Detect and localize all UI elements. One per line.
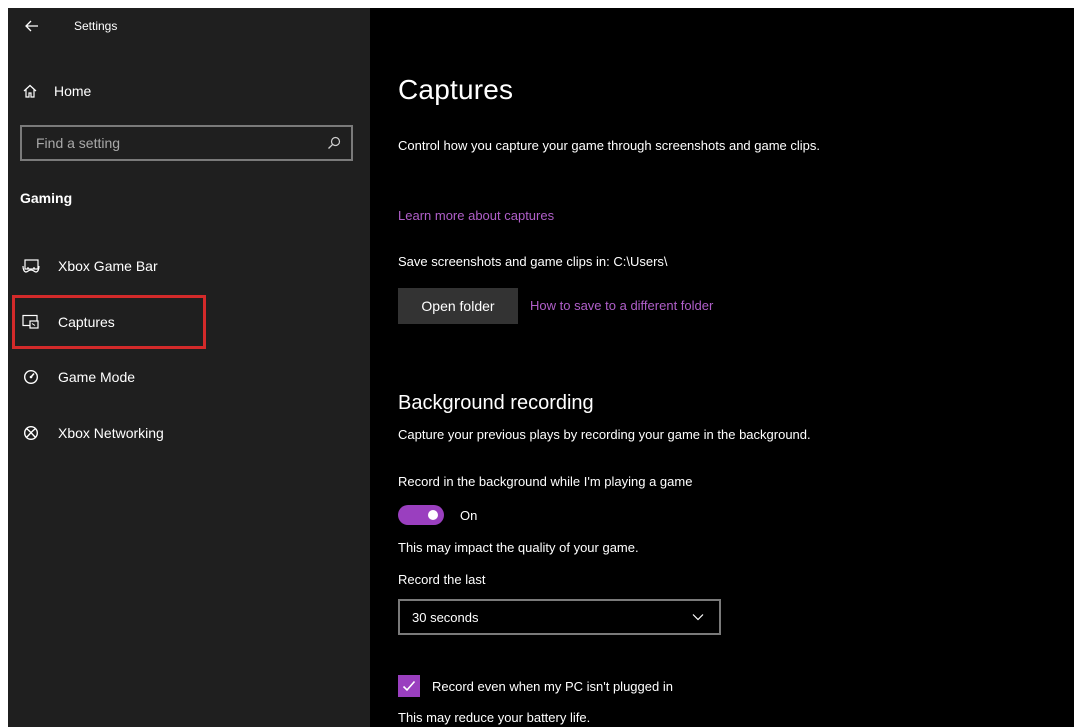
sidebar: Settings Home Gaming [8, 8, 370, 727]
background-recording-toggle[interactable] [398, 505, 444, 525]
toggle-knob [428, 510, 438, 520]
sidebar-item-label: Captures [58, 314, 115, 330]
search-input[interactable] [36, 135, 325, 151]
sidebar-item-xbox-game-bar[interactable]: Xbox Game Bar [12, 241, 348, 291]
game-bar-icon [20, 255, 42, 277]
open-folder-button[interactable]: Open folder [398, 288, 518, 324]
search-box[interactable] [20, 125, 353, 161]
battery-recording-checkbox[interactable] [398, 675, 420, 697]
sidebar-item-label: Game Mode [58, 369, 136, 385]
battery-recording-option: Record even when my PC isn't plugged in [398, 674, 673, 698]
battery-note: This may reduce your battery life. [398, 710, 591, 725]
title-bar: Settings [8, 8, 370, 44]
xbox-icon [20, 422, 42, 444]
sidebar-item-home[interactable]: Home [20, 78, 350, 104]
sidebar-item-label: Home [54, 83, 92, 99]
main-content: Captures Control how you capture your ga… [370, 8, 1074, 727]
sidebar-item-xbox-networking[interactable]: Xbox Networking [12, 408, 348, 458]
page-title: Captures [398, 74, 514, 105]
chevron-down-icon [691, 610, 705, 624]
background-recording-description: Capture your previous plays by recording… [398, 427, 811, 442]
sidebar-item-game-mode[interactable]: Game Mode [12, 352, 348, 402]
captures-icon [20, 311, 42, 333]
battery-recording-label: Record even when my PC isn't plugged in [432, 678, 673, 694]
sidebar-item-label: Xbox Networking [58, 425, 164, 441]
background-recording-toggle-label: Record in the background while I'm playi… [398, 474, 693, 489]
learn-more-link[interactable]: Learn more about captures [398, 208, 554, 223]
sidebar-section-heading: Gaming [20, 190, 73, 206]
sidebar-item-label: Xbox Game Bar [58, 258, 158, 274]
page-description: Control how you capture your game throug… [398, 138, 821, 153]
save-path-text: Save screenshots and game clips in: C:\U… [398, 254, 668, 269]
home-icon [20, 81, 40, 101]
back-arrow-icon [25, 20, 38, 32]
search-icon[interactable] [325, 134, 343, 152]
record-last-dropdown[interactable]: 30 seconds [398, 599, 721, 635]
settings-window: Settings Home Gaming [8, 8, 1074, 727]
checkmark-icon [402, 680, 416, 692]
record-last-label: Record the last [398, 572, 486, 587]
window-title: Settings [74, 19, 118, 33]
toggle-state-label: On [460, 508, 478, 523]
impact-note: This may impact the quality of your game… [398, 540, 639, 555]
dropdown-selected-value: 30 seconds [412, 609, 479, 625]
background-recording-title: Background recording [398, 392, 594, 414]
sidebar-item-captures[interactable]: Captures [12, 295, 206, 349]
save-location-link[interactable]: How to save to a different folder [530, 298, 713, 313]
back-button[interactable] [20, 16, 44, 36]
game-mode-icon [20, 366, 42, 388]
